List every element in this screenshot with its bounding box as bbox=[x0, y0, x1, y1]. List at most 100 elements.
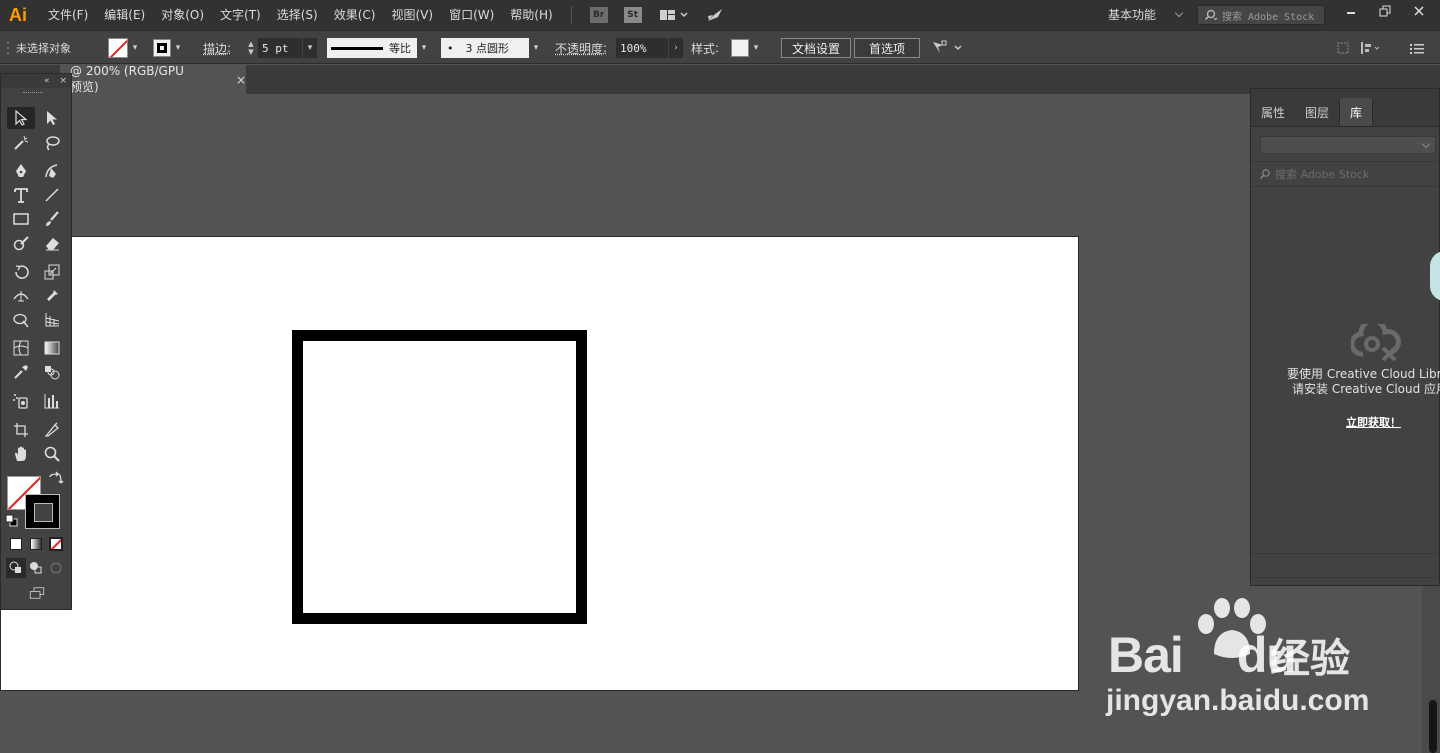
perspective-grid-tool-icon[interactable] bbox=[38, 309, 66, 331]
magic-wand-tool-icon[interactable] bbox=[7, 132, 35, 154]
swap-fill-stroke-icon[interactable] bbox=[45, 471, 65, 488]
stroke-dropdown-icon[interactable]: ▾ bbox=[171, 38, 185, 58]
menu-edit[interactable]: 编辑(E) bbox=[96, 0, 153, 30]
gradient-tool-icon[interactable] bbox=[38, 337, 66, 359]
artboard-tool-icon[interactable] bbox=[7, 419, 35, 441]
stroke-weight-dropdown-icon[interactable]: ▾ bbox=[303, 38, 317, 58]
blend-tool-icon[interactable] bbox=[38, 361, 66, 383]
workspace-switcher[interactable]: 基本功能 bbox=[1108, 6, 1156, 23]
arrange-documents-icon[interactable] bbox=[657, 6, 691, 24]
stroke-control[interactable]: ▾ bbox=[153, 31, 185, 65]
lasso-tool-icon[interactable] bbox=[38, 132, 66, 154]
color-mode-icon[interactable] bbox=[6, 535, 26, 553]
profile-dropdown-icon[interactable]: ▾ bbox=[417, 38, 431, 58]
control-menu-icon[interactable] bbox=[1410, 31, 1424, 65]
eyedropper-tool-icon[interactable] bbox=[7, 361, 35, 383]
stock-search-field[interactable]: 搜索 Adobe Stock bbox=[1197, 5, 1325, 25]
preferences-button[interactable]: 首选项 bbox=[854, 38, 921, 58]
menu-effect[interactable]: 效果(C) bbox=[326, 0, 384, 30]
shape-builder-tool-icon[interactable] bbox=[7, 309, 35, 331]
tab-libraries[interactable]: 库 bbox=[1339, 98, 1374, 126]
rectangle-tool-icon[interactable] bbox=[7, 208, 35, 230]
draw-normal-icon[interactable] bbox=[6, 558, 26, 578]
tab-layers[interactable]: 图层 bbox=[1295, 98, 1339, 126]
stroke-swatch-black[interactable] bbox=[25, 494, 60, 529]
get-cc-app-link[interactable]: 立即获取！ bbox=[1346, 414, 1401, 430]
column-graph-tool-icon[interactable] bbox=[38, 390, 66, 412]
stroke-weight-label[interactable]: 描边: bbox=[203, 31, 231, 65]
menu-view[interactable]: 视图(V) bbox=[383, 0, 441, 30]
stock-icon[interactable]: St bbox=[623, 6, 643, 24]
bridge-icon[interactable]: Br bbox=[589, 6, 609, 24]
square-shape[interactable] bbox=[292, 330, 587, 624]
scale-tool-icon[interactable] bbox=[38, 261, 66, 283]
menu-type[interactable]: 文字(T) bbox=[212, 0, 269, 30]
library-search-field[interactable]: 搜索 Adobe Stock bbox=[1251, 161, 1439, 187]
width-tool-icon[interactable] bbox=[7, 285, 35, 307]
menu-select[interactable]: 选择(S) bbox=[269, 0, 326, 30]
close-panel-icon[interactable]: × bbox=[59, 76, 67, 86]
stroke-stepper-icon[interactable]: ▲ ▼ bbox=[244, 38, 258, 58]
opacity-arrow-icon[interactable]: › bbox=[669, 38, 683, 58]
menu-window[interactable]: 窗口(W) bbox=[441, 0, 502, 30]
opacity-label[interactable]: 不透明度: bbox=[555, 31, 607, 65]
none-mode-icon[interactable] bbox=[46, 535, 66, 553]
style-dropdown-icon[interactable]: ▾ bbox=[749, 38, 763, 58]
preferences-wrap: 首选项 bbox=[854, 31, 921, 65]
direct-selection-tool-icon[interactable] bbox=[38, 107, 66, 129]
graphic-style-control[interactable]: ▾ bbox=[731, 31, 763, 65]
document-setup-button[interactable]: 文档设置 bbox=[781, 38, 852, 58]
align-icon[interactable] bbox=[1336, 31, 1350, 65]
curvature-tool-icon[interactable] bbox=[38, 160, 66, 182]
paintbrush-tool-icon[interactable] bbox=[38, 208, 66, 230]
gradient-mode-icon[interactable] bbox=[26, 535, 46, 553]
select-similar-icon[interactable] bbox=[930, 31, 964, 65]
fill-none-swatch[interactable] bbox=[108, 38, 128, 58]
stroke-swatch[interactable] bbox=[153, 39, 171, 57]
close-tab-icon[interactable]: × bbox=[236, 73, 246, 87]
fill-dropdown-icon[interactable]: ▾ bbox=[128, 38, 142, 58]
rotate-tool-icon[interactable] bbox=[7, 261, 35, 283]
variable-width-profile[interactable]: 等比 ▾ bbox=[327, 31, 431, 65]
draw-inside-icon[interactable] bbox=[46, 558, 66, 578]
hand-tool-icon[interactable] bbox=[7, 443, 35, 465]
library-select[interactable] bbox=[1260, 136, 1436, 154]
draw-behind-icon[interactable] bbox=[26, 558, 46, 578]
menu-object[interactable]: 对象(O) bbox=[153, 0, 212, 30]
gpu-performance-icon[interactable] bbox=[705, 6, 725, 24]
stroke-weight-input[interactable]: 5 pt bbox=[258, 38, 302, 58]
brush-definition[interactable]: • 3 点圆形 ▾ bbox=[441, 31, 543, 65]
eraser-tool-icon[interactable] bbox=[38, 232, 66, 254]
close-window-icon[interactable] bbox=[1402, 0, 1436, 22]
selection-tool-icon[interactable] bbox=[7, 107, 35, 129]
opacity-input[interactable]: 100% bbox=[616, 38, 668, 58]
document-tab[interactable]: @ 200% (RGB/GPU 预览) × bbox=[60, 64, 246, 94]
puppet-warp-tool-icon[interactable] bbox=[38, 285, 66, 307]
line-segment-tool-icon[interactable] bbox=[38, 184, 66, 206]
library-message-line1: 要使用 Creative Cloud Librari bbox=[1287, 367, 1440, 381]
menu-file[interactable]: 文件(F) bbox=[40, 0, 96, 30]
tab-properties[interactable]: 属性 bbox=[1251, 98, 1295, 126]
graphic-style-swatch[interactable] bbox=[731, 39, 749, 57]
change-screen-mode-icon[interactable] bbox=[22, 583, 52, 603]
stroke-weight-field[interactable]: ▲ ▼ 5 pt ▾ bbox=[244, 31, 317, 65]
document-tab-bar: @ 200% (RGB/GPU 预览) × bbox=[0, 64, 1440, 94]
shaper-tool-icon[interactable] bbox=[7, 232, 35, 254]
restore-icon[interactable] bbox=[1368, 0, 1402, 22]
brush-dropdown-icon[interactable]: ▾ bbox=[529, 38, 543, 58]
artboard[interactable] bbox=[0, 236, 1079, 691]
symbol-sprayer-tool-icon[interactable] bbox=[7, 390, 35, 412]
scrollbar-thumb[interactable] bbox=[1429, 700, 1437, 753]
default-fill-stroke-icon[interactable] bbox=[5, 514, 19, 528]
distribute-icon[interactable] bbox=[1360, 31, 1382, 65]
zoom-tool-icon[interactable] bbox=[38, 443, 66, 465]
fill-control[interactable]: ▾ bbox=[108, 31, 142, 65]
mesh-tool-icon[interactable] bbox=[7, 337, 35, 359]
type-tool-icon[interactable] bbox=[7, 184, 35, 206]
collapse-panel-icon[interactable]: « bbox=[44, 76, 50, 86]
pen-tool-icon[interactable] bbox=[7, 160, 35, 182]
minimize-icon[interactable] bbox=[1334, 0, 1368, 22]
slice-tool-icon[interactable] bbox=[38, 419, 66, 441]
menu-help[interactable]: 帮助(H) bbox=[502, 0, 560, 30]
opacity-field[interactable]: 100% › bbox=[616, 31, 683, 65]
